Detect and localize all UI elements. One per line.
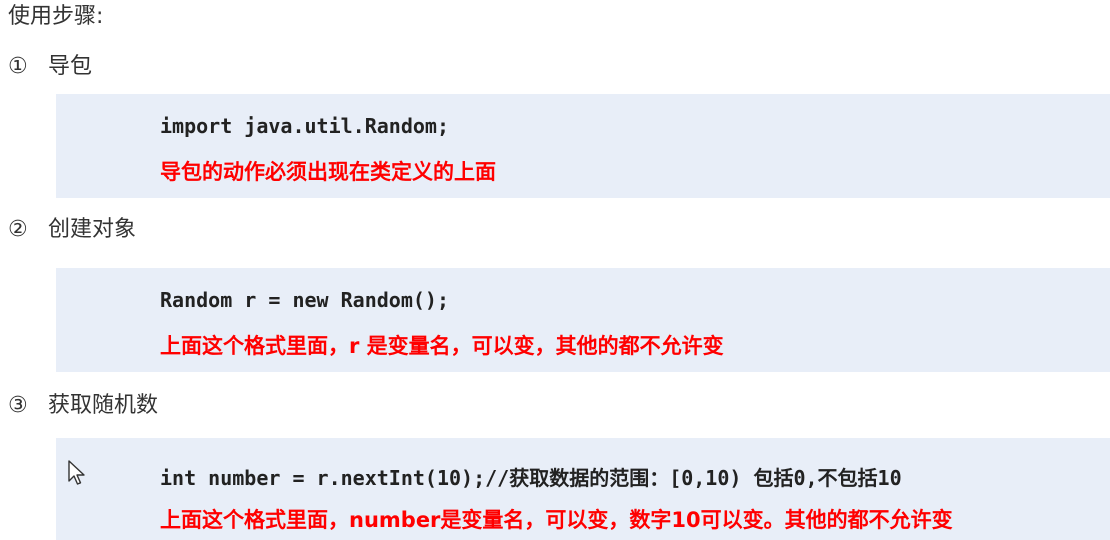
page-title: 使用步骤: [8,4,104,29]
step-2-label: 创建对象 [48,217,137,242]
step-2-number: ② [8,217,28,242]
mouse-pointer-icon [68,460,86,490]
step-2-heading: ② 创建对象 [8,215,136,245]
step-1-note: 导包的动作必须出现在类定义的上面 [160,160,496,184]
step-3-note: 上面这个格式里面，number是变量名，可以变，数字10可以变。其他的都不允许变 [160,508,953,532]
step-3-heading: ③ 获取随机数 [8,391,158,421]
step-1-label: 导包 [48,54,93,79]
step-3-label: 获取随机数 [48,393,159,418]
step-1-number: ① [8,54,28,79]
step-1-heading: ① 导包 [8,52,92,82]
step-3-code: int number = r.nextInt(10);//获取数据的范围：[0,… [160,466,902,490]
step-2-code: Random r = new Random(); [160,288,449,312]
step-1-code: import java.util.Random; [160,114,449,138]
step-2-note: 上面这个格式里面，r 是变量名，可以变，其他的都不允许变 [160,334,724,358]
step-3-number: ③ [8,393,28,418]
